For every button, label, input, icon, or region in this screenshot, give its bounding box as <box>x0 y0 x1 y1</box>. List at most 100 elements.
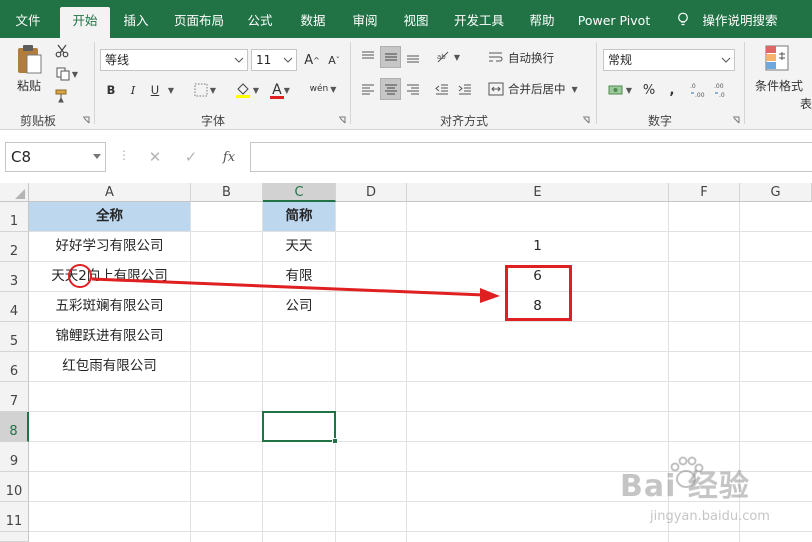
accounting-format-button[interactable]: ▼ <box>604 80 636 100</box>
cell-a5[interactable]: 锦鲤跃进有限公司 <box>29 322 191 352</box>
bold-button[interactable]: B <box>101 80 121 100</box>
column-header-d[interactable]: D <box>336 183 407 202</box>
decrease-indent-button[interactable] <box>432 78 452 100</box>
comma-style-button[interactable]: , <box>662 80 682 100</box>
row-header-5[interactable]: 5 <box>0 322 29 352</box>
tab-power-pivot[interactable]: Power Pivot <box>574 7 654 38</box>
tab-home[interactable]: 开始 <box>60 7 110 38</box>
conditional-format-label[interactable]: 条件格式 <box>752 78 806 93</box>
cell-c4[interactable]: 公司 <box>263 292 336 322</box>
cell-c2[interactable]: 天天 <box>263 232 336 262</box>
row-header-3[interactable]: 3 <box>0 262 29 292</box>
tab-data[interactable]: 数据 <box>293 7 333 38</box>
row-header-6[interactable]: 6 <box>0 352 29 382</box>
fill-color-button[interactable]: ▼ <box>232 80 262 100</box>
ribbon-home: 粘贴 ▼ 剪贴板 等线 11 A ^ Aˇ B I U ▼ ▼ ▼ A ▼ wé… <box>0 38 812 130</box>
dialog-launcher-icon[interactable] <box>338 116 346 124</box>
row-header-9[interactable]: 9 <box>0 442 29 472</box>
conditional-format-button[interactable] <box>760 42 794 74</box>
name-box-value: C8 <box>11 148 32 166</box>
column-header-f[interactable]: F <box>669 183 740 202</box>
column-header-a[interactable]: A <box>29 183 191 202</box>
increase-font-size-button[interactable]: A ^ <box>302 49 322 71</box>
decrease-decimal-button[interactable]: .00.0 <box>712 78 732 102</box>
enter-button[interactable]: ✓ <box>176 146 206 168</box>
row-header-12[interactable] <box>0 532 29 542</box>
phonetic-button[interactable]: wén ▼ <box>306 78 340 100</box>
cut-button[interactable] <box>52 42 72 60</box>
borders-button[interactable]: ▼ <box>190 80 220 100</box>
active-cell-c8[interactable] <box>262 411 336 442</box>
row-header-11[interactable]: 11 <box>0 502 29 532</box>
decrease-decimal-icon: .00.0 <box>714 83 725 99</box>
insert-function-button[interactable]: fx <box>214 146 244 168</box>
merge-center-label: 合并后居中 <box>508 82 566 96</box>
dialog-launcher-icon[interactable] <box>732 116 740 124</box>
decrease-font-size-button[interactable]: Aˇ <box>324 49 344 71</box>
column-header-b[interactable]: B <box>191 183 263 202</box>
cell-a6[interactable]: 红包雨有限公司 <box>29 352 191 382</box>
tab-insert[interactable]: 插入 <box>116 7 156 38</box>
middle-align-button[interactable] <box>380 46 401 68</box>
cell-a4[interactable]: 五彩斑斓有限公司 <box>29 292 191 322</box>
percent-button[interactable]: % <box>640 80 658 100</box>
cell-a3[interactable]: 天天2向上有限公司 <box>29 262 191 292</box>
increase-decimal-button[interactable]: .0.00 <box>688 78 708 102</box>
number-format-value: 常规 <box>608 53 633 67</box>
chevron-down-icon <box>283 57 293 63</box>
format-painter-button[interactable] <box>52 87 72 105</box>
underline-dropdown[interactable]: ▼ <box>165 80 175 100</box>
wrap-text-button[interactable]: 自动换行 <box>488 48 578 68</box>
fill-handle[interactable] <box>332 438 338 444</box>
align-right-button[interactable] <box>403 78 423 100</box>
column-header-c[interactable]: C <box>263 183 336 202</box>
cancel-button[interactable]: ✕ <box>140 146 170 168</box>
align-left-button[interactable] <box>358 78 378 100</box>
increase-indent-button[interactable] <box>455 78 475 100</box>
tab-developer[interactable]: 开发工具 <box>448 7 510 38</box>
tab-formulas[interactable]: 公式 <box>240 7 280 38</box>
cell-a1[interactable]: 全称 <box>29 202 191 232</box>
row-header-2[interactable]: 2 <box>0 232 29 262</box>
tab-help[interactable]: 帮助 <box>522 7 562 38</box>
copy-button[interactable]: ▼ <box>52 65 82 83</box>
dialog-launcher-icon[interactable] <box>82 116 90 124</box>
row-header-1[interactable]: 1 <box>0 202 29 232</box>
font-name-combo[interactable]: 等线 <box>100 49 248 71</box>
font-size-combo[interactable]: 11 <box>251 49 297 71</box>
tab-page-layout[interactable]: 页面布局 <box>168 7 230 38</box>
formula-input[interactable] <box>250 142 812 172</box>
format-painter-icon <box>55 89 67 103</box>
cell-e2[interactable]: 1 <box>407 232 669 262</box>
top-align-button[interactable] <box>358 46 378 68</box>
tab-view[interactable]: 视图 <box>396 7 436 38</box>
select-all-corner[interactable] <box>0 183 29 202</box>
table-format-label-partial[interactable]: 表 <box>800 96 812 111</box>
column-header-g[interactable]: G <box>740 183 812 202</box>
underline-button[interactable]: U <box>145 80 165 100</box>
merge-center-button[interactable]: 合并后居中 ▼ <box>488 79 588 99</box>
paw-icon <box>670 456 704 488</box>
clipboard-icon <box>18 45 42 74</box>
row-header-7[interactable]: 7 <box>0 382 29 412</box>
cell-a2[interactable]: 好好学习有限公司 <box>29 232 191 262</box>
number-format-combo[interactable]: 常规 <box>603 49 735 71</box>
cell-c1[interactable]: 简称 <box>263 202 336 232</box>
column-header-e[interactable]: E <box>407 183 669 202</box>
row-header-8[interactable]: 8 <box>0 412 29 442</box>
paste-button[interactable] <box>10 42 48 76</box>
font-group-label: 字体 <box>201 114 226 128</box>
orientation-button[interactable]: ab ▼ <box>432 46 464 68</box>
row-header-10[interactable]: 10 <box>0 472 29 502</box>
name-box[interactable]: C8 <box>5 142 106 172</box>
row-header-4[interactable]: 4 <box>0 292 29 322</box>
tab-file[interactable]: 文件 <box>8 7 48 38</box>
tab-tell-me[interactable]: 操作说明搜索 <box>698 7 782 38</box>
paste-label[interactable]: 粘贴 <box>14 78 44 93</box>
italic-button[interactable]: I <box>123 80 143 100</box>
bottom-align-button[interactable] <box>403 46 423 68</box>
dialog-launcher-icon[interactable] <box>582 116 590 124</box>
align-center-button[interactable] <box>380 78 401 100</box>
tab-review[interactable]: 审阅 <box>345 7 385 38</box>
cell-c3[interactable]: 有限 <box>263 262 336 292</box>
